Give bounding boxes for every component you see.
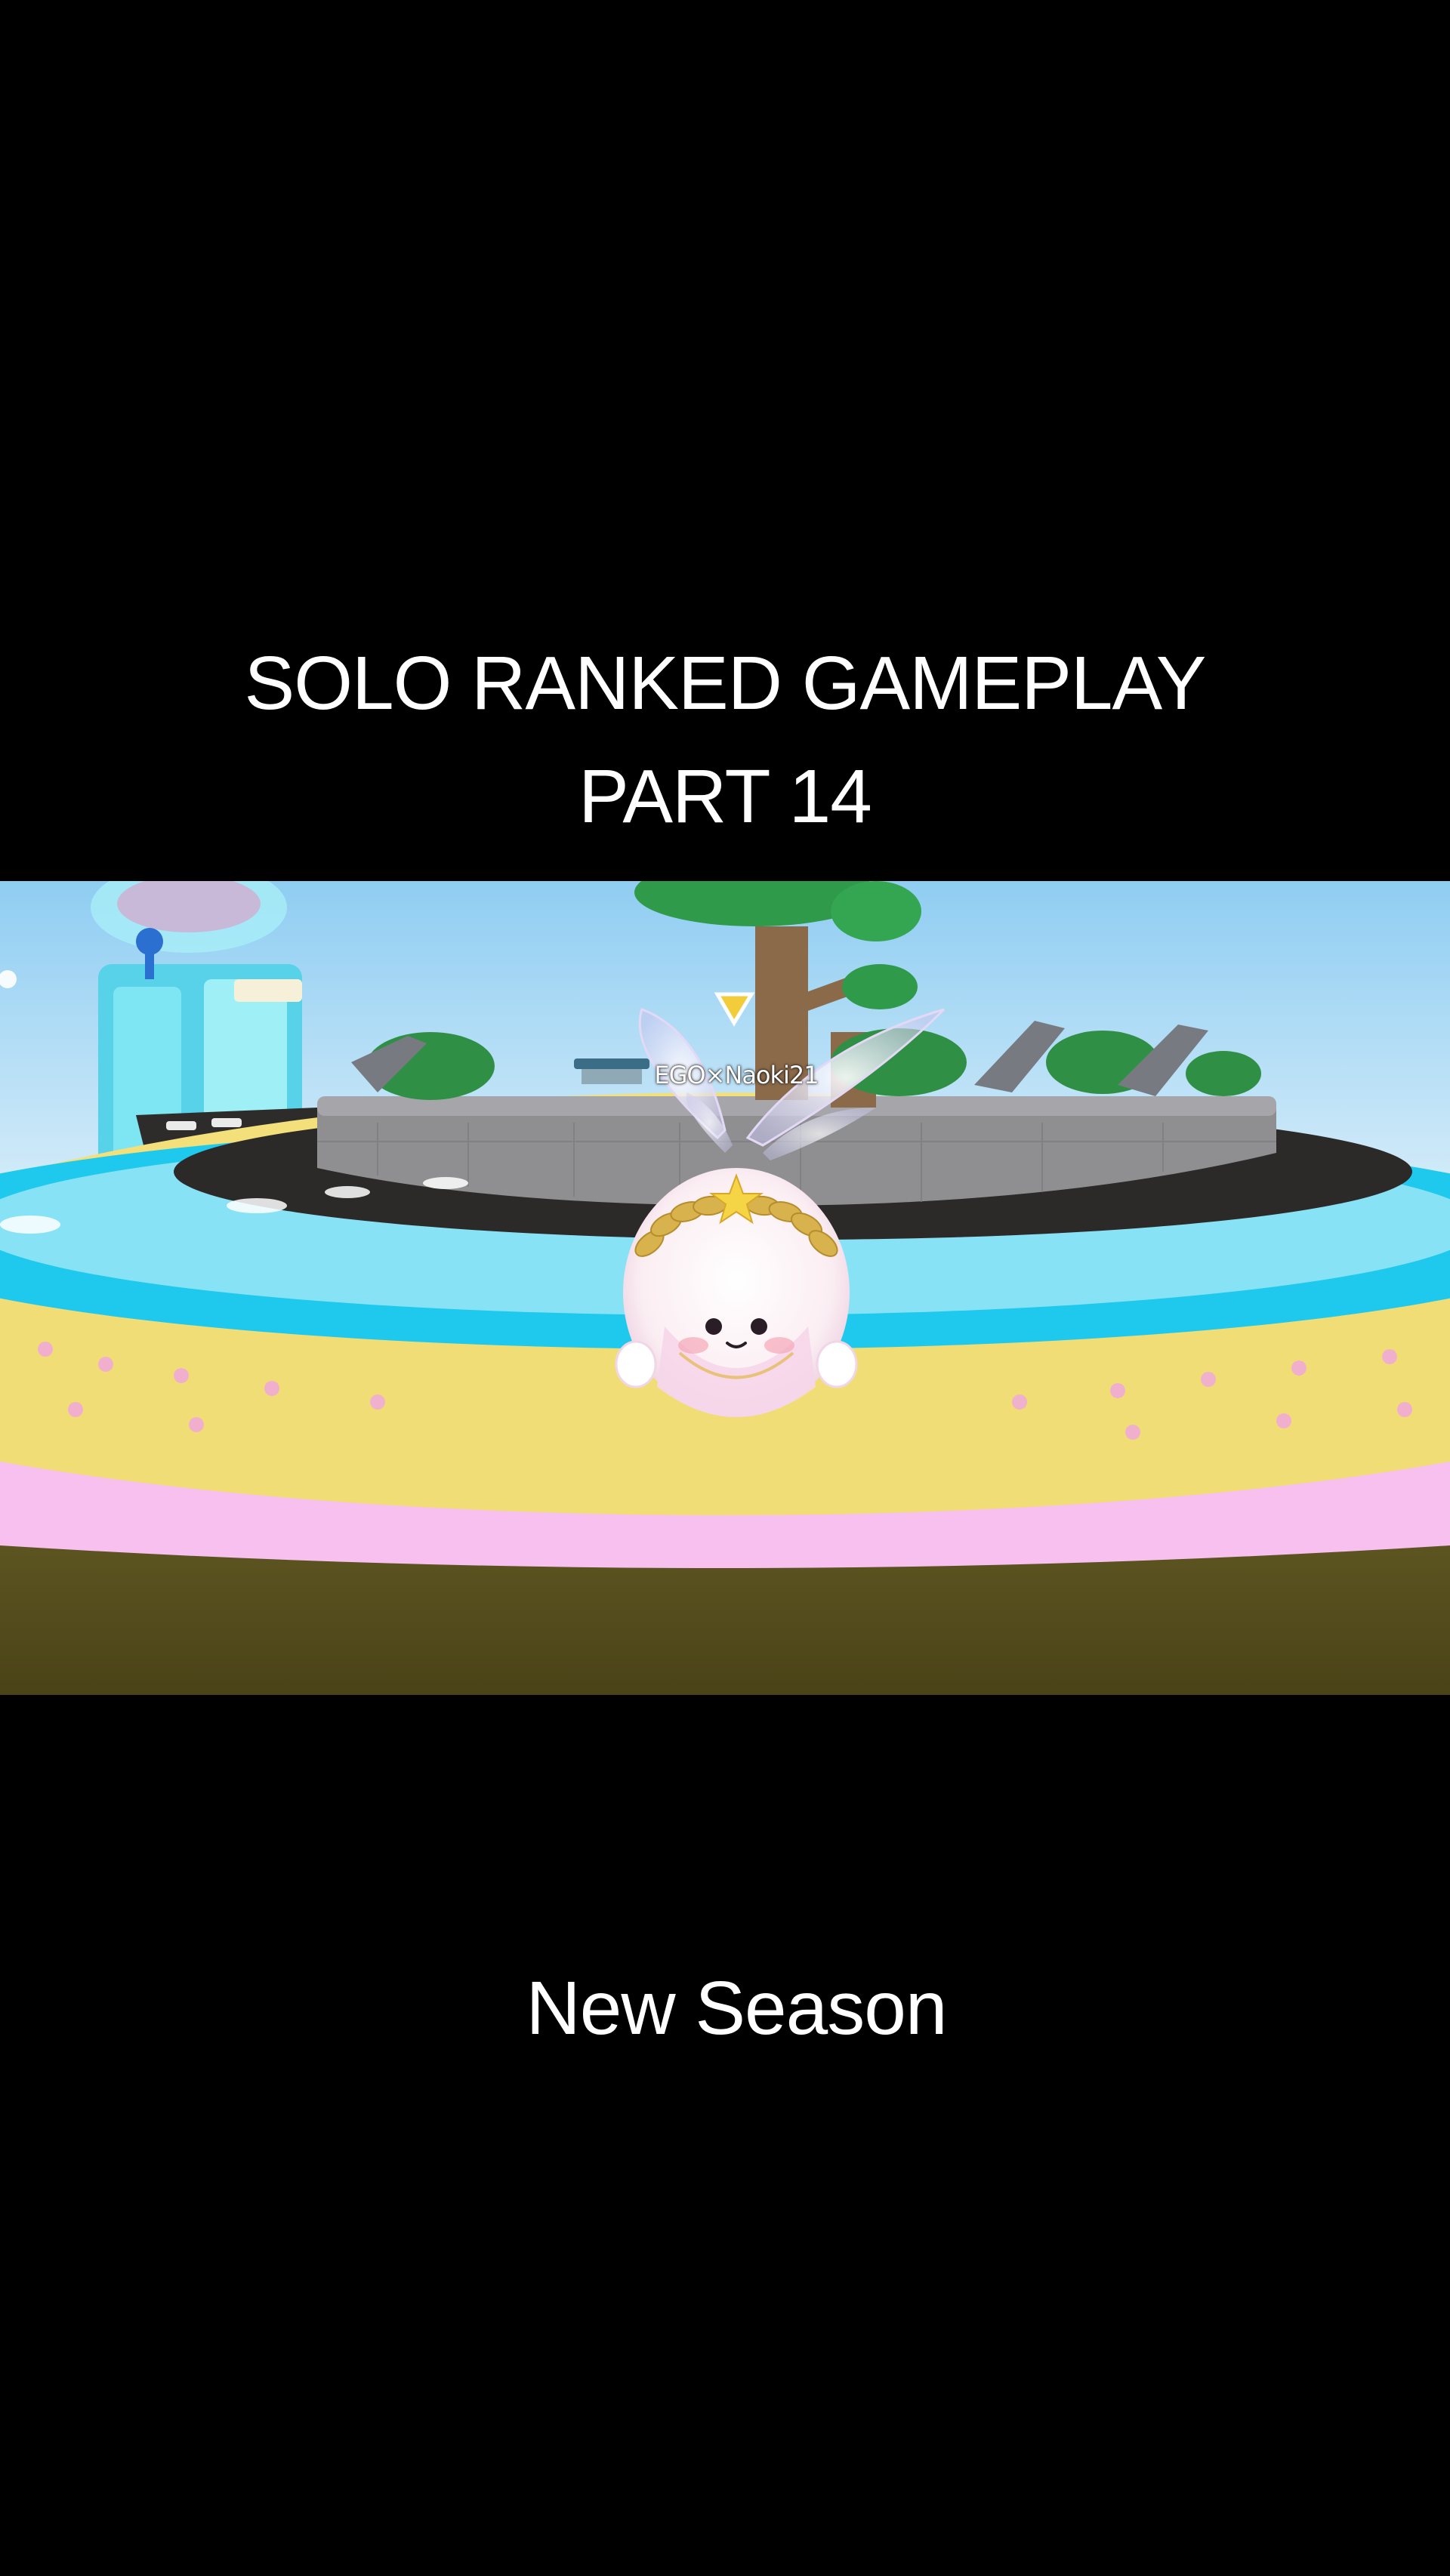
player-name-tag: EGO×Naoki21 xyxy=(654,1061,819,1089)
title-line-1: SOLO RANKED GAMEPLAY xyxy=(244,641,1207,726)
game-scene xyxy=(0,881,1450,1695)
gameplay-frame xyxy=(0,881,1450,1695)
title-line-2: PART 14 xyxy=(578,754,872,839)
video-title: SOLO RANKED GAMEPLAY PART 14 xyxy=(0,627,1450,853)
caption-subtitle: New Season xyxy=(526,1966,948,2051)
